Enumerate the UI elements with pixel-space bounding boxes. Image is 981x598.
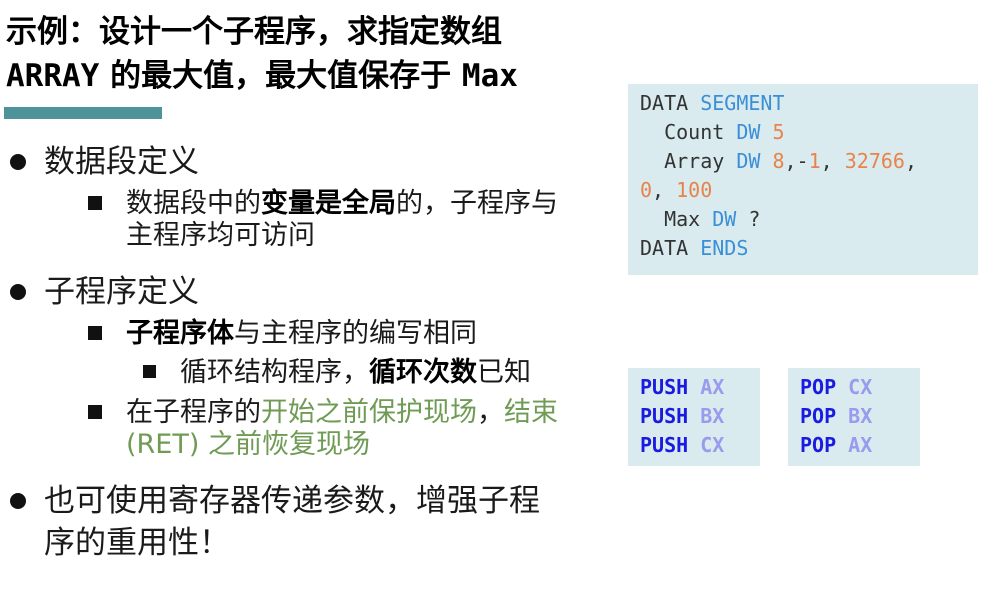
bullet-dot-icon — [10, 493, 26, 509]
sub-bullet-text: 在子程序的开始之前保护现场，结束 (RET) 之前恢复现场 — [126, 397, 616, 461]
code-token: , — [652, 178, 677, 202]
highlight-span: 结束 — [504, 397, 558, 428]
title-mid-text: 的最大值，最大值保存于 — [99, 58, 462, 94]
code-token: ? — [748, 207, 761, 231]
text-span: 已知 — [477, 357, 531, 388]
code-line: DATA SEGMENT — [640, 89, 785, 118]
code-keyword: SEGMENT — [700, 91, 785, 115]
text-span: 循环结构程序， — [180, 357, 369, 388]
code-register: AX — [700, 375, 725, 399]
text-span: 数据段中的 — [126, 188, 261, 219]
push-line: PUSH BX — [640, 402, 724, 431]
code-register: CX — [848, 375, 873, 399]
code-opcode: PUSH — [640, 375, 689, 399]
title-line-2: ARRAY 的最大值，最大值保存于 Max — [6, 54, 626, 98]
code-opcode: POP — [800, 433, 837, 457]
bullet-text: 子程序定义 — [44, 274, 199, 310]
sub-bullet-text: 数据段中的变量是全局的，子程序与主程序均可访问 — [126, 188, 616, 252]
code-register: BX — [848, 404, 873, 428]
square-bullet-icon — [88, 326, 102, 340]
highlight-span: (RET) 之前恢复现场 — [126, 429, 370, 460]
text-span: 的，子程序与 — [396, 188, 558, 219]
push-line: PUSH AX — [640, 373, 724, 402]
code-number: 0 — [640, 178, 653, 202]
pop-line: POP AX — [800, 431, 872, 460]
code-token: ,- — [784, 149, 809, 173]
code-token: DATA — [640, 91, 701, 115]
code-line: DATA ENDS — [640, 234, 748, 263]
title-array-keyword: ARRAY — [6, 58, 100, 94]
bold-span: 子程序体 — [126, 318, 234, 349]
code-line: 0, 100 — [640, 176, 712, 205]
text-span: ， — [477, 397, 504, 428]
code-register: CX — [700, 433, 725, 457]
push-code-box: PUSH AX PUSH BX PUSH CX — [628, 368, 760, 466]
square-bullet-icon — [88, 405, 102, 419]
text-span: 与主程序的编写相同 — [234, 318, 477, 349]
sub-bullet-text: 子程序体与主程序的编写相同 — [126, 318, 616, 350]
bullet-dot-icon — [10, 154, 26, 170]
text-span: 在子程序的 — [126, 397, 261, 428]
pop-line: POP BX — [800, 402, 872, 431]
code-token: , — [904, 149, 917, 173]
text-span: 也可使用寄存器传递参数，增强子程 — [44, 483, 540, 519]
code-keyword: DW — [736, 120, 773, 144]
bullet-text: 也可使用寄存器传递参数，增强子程 序的重用性！ — [44, 480, 624, 564]
code-keyword: ENDS — [700, 236, 749, 260]
square-bullet-icon — [143, 365, 156, 378]
code-register: BX — [700, 404, 725, 428]
code-line: Array DW 8,-1, 32766, — [640, 147, 917, 176]
bullet-dot-icon — [10, 284, 26, 300]
data-segment-code-box: DATA SEGMENT Count DW 5 Array DW 8,-1, 3… — [628, 84, 978, 275]
code-opcode: PUSH — [640, 404, 689, 428]
title-line-1: 示例：设计一个子程序，求指定数组 — [6, 14, 502, 50]
code-token: Max — [640, 207, 713, 231]
code-keyword: DW — [736, 149, 773, 173]
code-opcode: POP — [800, 404, 837, 428]
code-token: Array — [640, 149, 737, 173]
highlight-span: 开始之前保护现场 — [261, 397, 477, 428]
text-span: 序的重用性！ — [44, 525, 230, 561]
bold-span: 循环次数 — [369, 357, 477, 388]
push-line: PUSH CX — [640, 431, 724, 460]
code-token: , — [820, 149, 845, 173]
bold-span: 变量是全局 — [261, 188, 396, 219]
code-line: Max DW ? — [640, 205, 760, 234]
code-register: AX — [848, 433, 873, 457]
title-accent-bar — [4, 107, 162, 119]
code-number: 100 — [676, 178, 713, 202]
code-token: DATA — [640, 236, 701, 260]
code-number: 5 — [772, 120, 785, 144]
code-number: 8 — [772, 149, 785, 173]
code-token: Count — [640, 120, 737, 144]
code-opcode: POP — [800, 375, 837, 399]
pop-line: POP CX — [800, 373, 872, 402]
pop-code-box: POP CX POP BX POP AX — [788, 368, 920, 466]
title-max-keyword: Max — [461, 58, 518, 94]
square-bullet-icon — [88, 196, 102, 210]
code-line: Count DW 5 — [640, 118, 785, 147]
slide-title: 示例：设计一个子程序，求指定数组 ARRAY 的最大值，最大值保存于 Max — [6, 10, 626, 98]
text-span: 主程序均可访问 — [126, 220, 315, 251]
bullet-text: 数据段定义 — [44, 144, 199, 180]
code-number: 32766 — [844, 149, 905, 173]
code-keyword: DW — [712, 207, 749, 231]
sub-sub-bullet-text: 循环结构程序，循环次数已知 — [180, 357, 620, 389]
code-number: 1 — [808, 149, 821, 173]
code-opcode: PUSH — [640, 433, 689, 457]
